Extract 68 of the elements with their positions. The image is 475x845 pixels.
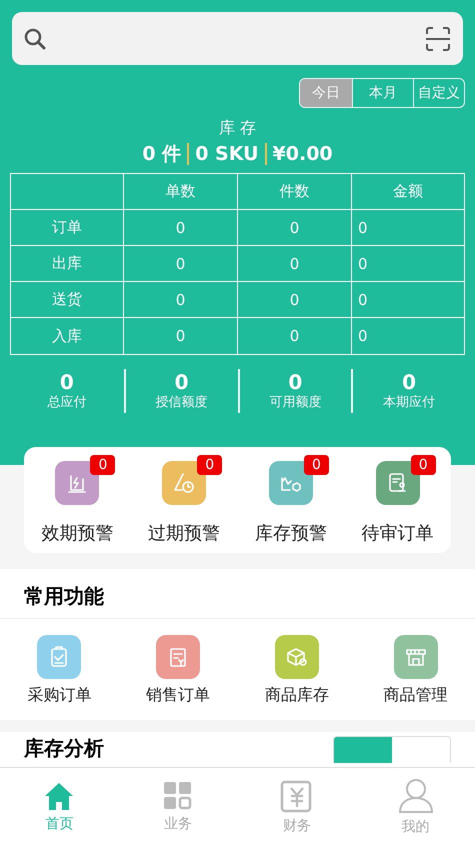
stat-value: 0: [60, 371, 74, 393]
nav-tab[interactable]: 我的: [356, 768, 475, 845]
nav-tab[interactable]: 财务: [238, 768, 356, 845]
search-field[interactable]: [12, 12, 463, 65]
section-title: 常用功能: [0, 569, 475, 619]
count-badge: 0: [197, 455, 222, 475]
alert-tile[interactable]: [376, 461, 420, 505]
piece-count: 0 件: [142, 142, 182, 167]
table-cell: 0: [238, 210, 352, 246]
table-cell: 0: [124, 246, 238, 282]
function-label: 商品管理: [384, 685, 448, 706]
table-cell: 0: [124, 318, 238, 354]
table-cell-text: 0: [357, 326, 369, 347]
sku-count: 0 SKU: [195, 143, 259, 165]
nav-tab[interactable]: 业务: [118, 768, 238, 845]
stat-label: 授信额度: [156, 394, 208, 411]
grid-icon: [163, 780, 194, 810]
function-label: 商品库存: [264, 685, 329, 706]
row-header: 入库: [11, 318, 124, 354]
yen-document-icon: [280, 778, 314, 812]
period-tab[interactable]: 今日: [300, 79, 352, 107]
alert-tile[interactable]: [268, 461, 313, 505]
inventory-title: 库 存: [218, 118, 258, 139]
stat-value: 0: [174, 371, 189, 393]
home-icon: [43, 780, 76, 810]
function-tile[interactable]: [156, 635, 200, 679]
inventory-amount: ¥0.00: [272, 143, 333, 165]
column-header: 金额: [352, 174, 464, 210]
table-cell: 0: [238, 318, 352, 354]
row-header: 出库: [11, 246, 124, 282]
function-tile[interactable]: [394, 635, 438, 679]
alert-label: 效期预警: [41, 522, 114, 545]
section-title: 库存分析: [24, 736, 104, 760]
table-cell: 0: [238, 282, 352, 318]
user-icon: [398, 778, 434, 814]
table-cell: 0: [352, 246, 464, 282]
alert-label: 待审订单: [362, 522, 434, 545]
nav-tab[interactable]: 首页: [0, 768, 119, 845]
table-cell: 0: [238, 246, 352, 282]
table-cell: 0: [124, 282, 238, 318]
stat-value: 0: [288, 371, 302, 393]
function-tile[interactable]: [274, 635, 319, 679]
stat-label: 总应付: [47, 394, 86, 411]
column-header: 件数: [238, 174, 352, 210]
alert-tile[interactable]: [55, 461, 100, 505]
row-header: 送货: [11, 282, 124, 318]
period-tab[interactable]: 本月: [352, 79, 413, 107]
table-cell: 0: [352, 210, 464, 246]
alert-tile[interactable]: [162, 461, 206, 505]
row-header: 订单: [11, 210, 124, 246]
function-label: 销售订单: [146, 685, 210, 706]
table-cell: 0: [124, 210, 238, 246]
count-badge: 0: [410, 455, 436, 475]
stat-label: 可用额度: [269, 394, 322, 411]
count-badge: 0: [304, 455, 329, 475]
stat-value: 0: [402, 371, 416, 393]
function-label: 采购订单: [27, 685, 92, 706]
count-badge: 0: [90, 455, 116, 475]
function-tile[interactable]: [37, 635, 82, 679]
stat-label: 本期应付: [383, 394, 436, 411]
alert-label: 过期预警: [148, 522, 220, 545]
alert-label: 库存预警: [254, 522, 327, 545]
scan-icon[interactable]: [425, 26, 451, 52]
column-header: 单数: [124, 174, 238, 210]
table-cell: 0: [352, 282, 464, 318]
segment-toggle[interactable]: [334, 737, 392, 763]
search-icon: [24, 28, 46, 50]
period-tab[interactable]: 自定义: [413, 79, 464, 107]
